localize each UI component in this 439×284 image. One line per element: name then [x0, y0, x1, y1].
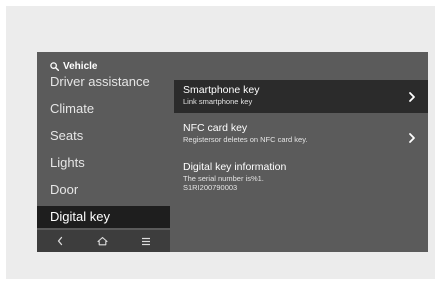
item-title: NFC card key [183, 122, 248, 134]
digital-key-information-item[interactable]: Digital key information The serial numbe… [174, 160, 428, 200]
item-subtitle: Link smartphone key [183, 97, 253, 106]
sidebar-item-lights[interactable]: Lights [37, 152, 170, 174]
sidebar-item-door[interactable]: Door [37, 179, 170, 201]
chevron-right-icon [408, 132, 416, 144]
serial-number-value: S1RI200790003 [183, 183, 238, 192]
sidebar-item-label: Climate [50, 101, 95, 116]
back-icon[interactable] [53, 234, 67, 248]
search-icon[interactable] [50, 61, 59, 71]
infotainment-screen: Vehicle Driver assistance Climate Seats … [37, 52, 428, 252]
item-title: Digital key information [183, 161, 287, 173]
nfc-card-key-item[interactable]: NFC card key Registersor deletes on NFC … [174, 120, 428, 150]
manual-figure-frame: Vehicle Driver assistance Climate Seats … [6, 6, 435, 279]
item-title: Smartphone key [183, 84, 260, 96]
sidebar-item-seats[interactable]: Seats [37, 125, 170, 147]
sidebar-item-label: Lights [50, 155, 85, 170]
sidebar-item-label: Seats [50, 128, 84, 143]
chevron-right-icon [408, 91, 416, 103]
sidebar: Vehicle Driver assistance Climate Seats … [37, 52, 170, 252]
home-icon[interactable] [95, 234, 109, 248]
sidebar-item-digital-key[interactable]: Digital key [37, 206, 170, 228]
item-subtitle: Registersor deletes on NFC card key. [183, 135, 308, 144]
sidebar-item-climate[interactable]: Climate [37, 98, 170, 120]
sidebar-item-label: Driver assistance [50, 74, 150, 89]
item-subtitle: The serial number is%1. [183, 174, 264, 183]
bottom-nav-bar [37, 230, 170, 252]
sidebar-item-label: Digital key [50, 209, 110, 224]
smartphone-key-item[interactable]: Smartphone key Link smartphone key [174, 80, 428, 113]
sidebar-item-driver-assistance[interactable]: Driver assistance [37, 71, 170, 93]
header-title: Vehicle [63, 60, 98, 72]
sidebar-item-label: Door [50, 182, 79, 197]
menu-icon[interactable] [139, 234, 153, 248]
